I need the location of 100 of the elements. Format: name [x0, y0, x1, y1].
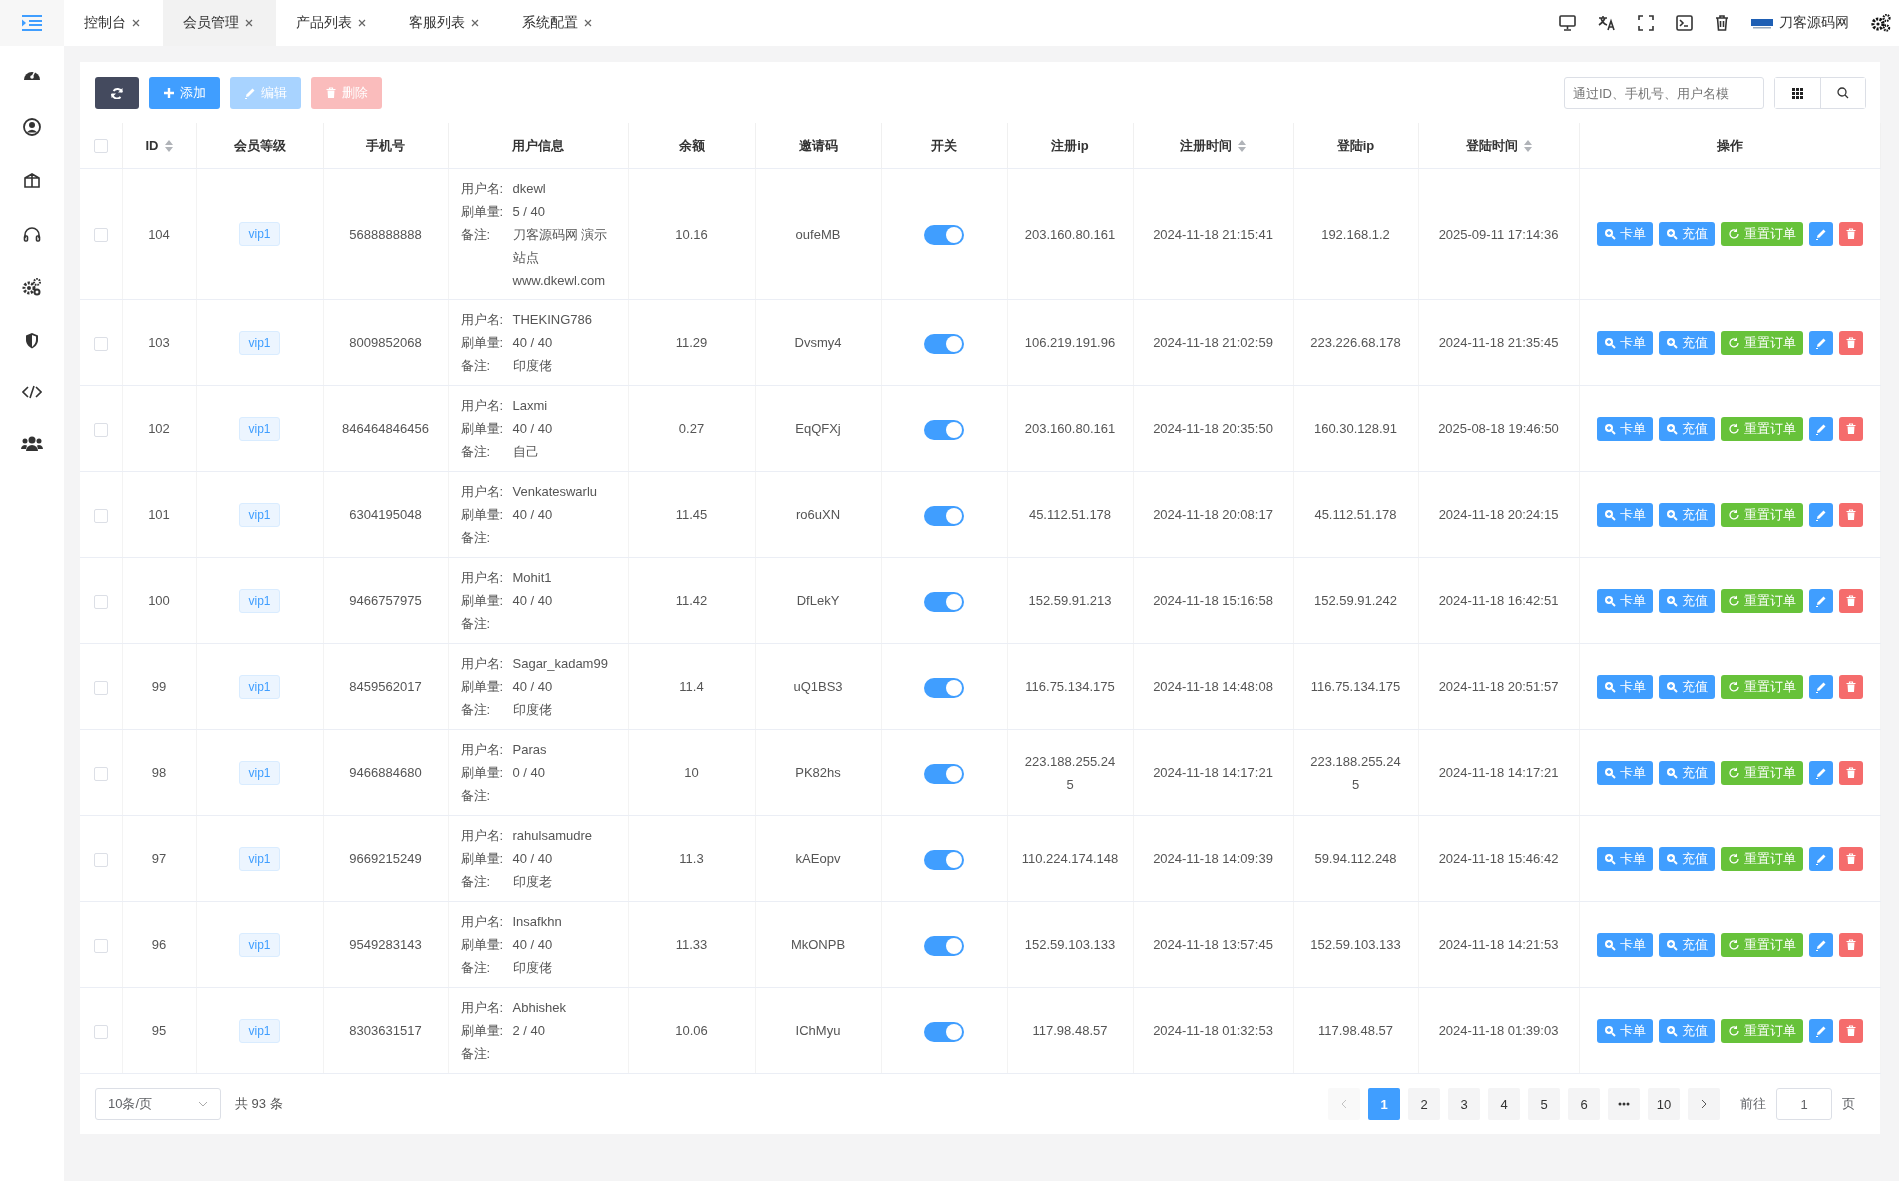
nav-tab[interactable]: 产品列表 — [276, 0, 389, 46]
reset-button[interactable]: 重置订单 — [1720, 932, 1803, 957]
delete-button[interactable] — [1838, 760, 1863, 785]
delete-button[interactable] — [1838, 588, 1863, 613]
page-button[interactable]: 10 — [1648, 1088, 1680, 1120]
close-icon[interactable] — [132, 19, 140, 27]
shield-icon[interactable] — [25, 332, 39, 349]
checkbox[interactable] — [94, 422, 108, 437]
fullscreen-icon[interactable] — [1638, 15, 1654, 31]
delete-button[interactable] — [1838, 846, 1863, 871]
translate-icon[interactable] — [1598, 15, 1616, 31]
nav-tab[interactable]: 客服列表 — [389, 0, 502, 46]
action-button[interactable]: 充值 — [1658, 674, 1715, 699]
edit-button[interactable] — [1808, 330, 1833, 355]
toggle-switch[interactable] — [924, 677, 964, 698]
toggle-switch[interactable] — [924, 225, 964, 246]
action-button[interactable]: 卡单 — [1596, 760, 1653, 785]
action-button[interactable]: 卡单 — [1596, 932, 1653, 957]
action-button[interactable]: 卡单 — [1596, 674, 1653, 699]
edit-button[interactable] — [1808, 932, 1833, 957]
action-button[interactable]: 卡单 — [1596, 416, 1653, 441]
toggle-switch[interactable] — [924, 763, 964, 784]
search-button[interactable] — [1820, 78, 1865, 108]
reset-button[interactable]: 重置订单 — [1720, 674, 1803, 699]
reset-button[interactable]: 重置订单 — [1720, 588, 1803, 613]
headphones-icon[interactable] — [23, 226, 41, 242]
checkbox[interactable] — [94, 336, 108, 351]
delete-button[interactable] — [1838, 222, 1863, 246]
action-button[interactable]: 充值 — [1658, 760, 1715, 785]
delete-button[interactable] — [1838, 932, 1863, 957]
checkbox[interactable] — [94, 228, 108, 243]
monitor-icon[interactable] — [1559, 15, 1576, 31]
trash-icon[interactable] — [1715, 15, 1729, 31]
page-button[interactable]: 5 — [1528, 1088, 1560, 1120]
close-icon[interactable] — [584, 19, 592, 27]
checkbox[interactable] — [94, 938, 108, 953]
action-button[interactable]: 充值 — [1658, 846, 1715, 871]
edit-button[interactable] — [1808, 502, 1833, 527]
refresh-button[interactable] — [95, 77, 139, 109]
action-button[interactable]: 充值 — [1658, 502, 1715, 527]
reset-button[interactable]: 重置订单 — [1720, 760, 1803, 785]
close-icon[interactable] — [245, 19, 253, 27]
action-button[interactable]: 充值 — [1658, 416, 1715, 441]
sort-icon[interactable] — [1238, 139, 1246, 152]
edit-button[interactable] — [1808, 588, 1833, 613]
add-button[interactable]: 添加 — [149, 77, 220, 109]
toggle-switch[interactable] — [924, 935, 964, 956]
toggle-switch[interactable] — [924, 1021, 964, 1042]
action-button[interactable]: 卡单 — [1596, 588, 1653, 613]
close-icon[interactable] — [358, 19, 366, 27]
delete-button[interactable] — [1838, 502, 1863, 527]
checkbox[interactable] — [94, 852, 108, 867]
nav-tab[interactable]: 系统配置 — [502, 0, 615, 46]
toggle-switch[interactable] — [924, 591, 964, 612]
reset-button[interactable]: 重置订单 — [1720, 222, 1803, 246]
reset-button[interactable]: 重置订单 — [1720, 1018, 1803, 1043]
toggle-switch[interactable] — [924, 505, 964, 526]
more-pages-button[interactable] — [1608, 1088, 1640, 1120]
edit-button[interactable] — [1808, 416, 1833, 441]
page-size-select[interactable]: 10条/页 — [95, 1088, 221, 1120]
search-field[interactable]: 通过ID、手机号、用户名模 — [1564, 77, 1764, 109]
reset-button[interactable]: 重置订单 — [1720, 416, 1803, 441]
users-icon[interactable] — [21, 435, 43, 451]
delete-button[interactable] — [1838, 674, 1863, 699]
action-button[interactable]: 卡单 — [1596, 502, 1653, 527]
sort-icon[interactable] — [1523, 139, 1532, 152]
edit-button[interactable] — [1808, 674, 1833, 699]
page-button[interactable]: 2 — [1408, 1088, 1440, 1120]
action-button[interactable]: 卡单 — [1596, 222, 1653, 246]
action-button[interactable]: 充值 — [1658, 932, 1715, 957]
page-button[interactable]: 4 — [1488, 1088, 1520, 1120]
checkbox[interactable] — [94, 508, 108, 523]
reset-button[interactable]: 重置订单 — [1720, 330, 1803, 355]
action-button[interactable]: 卡单 — [1596, 330, 1653, 355]
edit-button[interactable] — [1808, 1018, 1833, 1043]
action-button[interactable]: 充值 — [1658, 330, 1715, 355]
page-button[interactable]: 3 — [1448, 1088, 1480, 1120]
delete-button[interactable] — [1838, 416, 1863, 441]
page-button[interactable]: 6 — [1568, 1088, 1600, 1120]
action-button[interactable]: 充值 — [1658, 1018, 1715, 1043]
reset-button[interactable]: 重置订单 — [1720, 502, 1803, 527]
user-icon[interactable] — [23, 118, 41, 136]
page-number-field[interactable]: 1 — [1776, 1088, 1832, 1120]
box-icon[interactable] — [23, 172, 41, 190]
action-button[interactable]: 卡单 — [1596, 846, 1653, 871]
nav-tab[interactable]: 会员管理 — [163, 0, 276, 46]
checkbox[interactable] — [93, 139, 108, 154]
checkbox[interactable] — [94, 1024, 108, 1039]
edit-button[interactable] — [1808, 222, 1833, 246]
checkbox[interactable] — [94, 766, 108, 781]
terminal-icon[interactable] — [1676, 15, 1693, 31]
action-button[interactable]: 卡单 — [1596, 1018, 1653, 1043]
action-button[interactable]: 充值 — [1658, 588, 1715, 613]
toggle-switch[interactable] — [924, 333, 964, 354]
edit-button[interactable] — [1808, 846, 1833, 871]
gears-icon[interactable] — [22, 278, 42, 296]
checkbox[interactable] — [94, 594, 108, 609]
code-icon[interactable] — [22, 385, 42, 399]
nav-tab[interactable]: 控制台 — [64, 0, 163, 46]
menu-icon[interactable] — [22, 15, 42, 31]
